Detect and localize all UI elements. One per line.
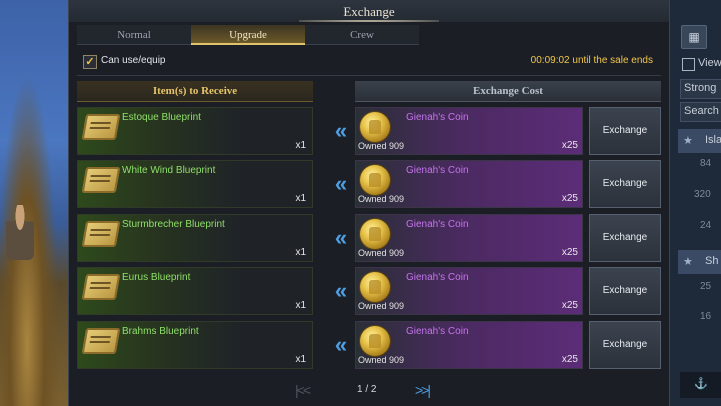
sale-timer: 00:09:02 until the sale ends [530,55,653,66]
item-name: Eurus Blueprint [122,272,191,283]
side-number: 84 [700,158,712,169]
side-category-ship[interactable]: ★ Sh [678,250,721,274]
grid-menu-icon[interactable]: ▦ [681,25,707,49]
title-decoration [299,20,439,22]
strong-dropdown[interactable]: Strong [680,79,721,99]
can-use-label: Can use/equip [101,55,166,66]
side-search-input[interactable]: Search [680,102,721,122]
column-header-cost: Exchange Cost [355,81,661,102]
item-name: Brahms Blueprint [122,326,199,337]
blueprint-scroll-icon [81,274,121,300]
prev-page-icon[interactable]: |<< [295,382,311,398]
star-icon: ★ [683,256,693,268]
exchange-row: Brahms Blueprint x1 « Gienah's Coin Owne… [77,321,661,369]
view-label: View [698,57,721,69]
coin-icon [360,326,390,356]
owned-count: Owned 909 [358,194,405,204]
cost-quantity: x25 [561,247,578,258]
owned-count: Owned 909 [358,355,405,365]
game-scene-background [0,0,68,406]
exchange-window: Exchange Normal Upgrade Crew ✓ Can use/e… [68,0,670,406]
can-use-checkbox[interactable]: ✓ [83,55,97,69]
star-icon: ★ [683,135,693,147]
item-quantity: x1 [295,247,306,258]
owned-count: Owned 909 [358,248,405,258]
page-indicator: 1 / 2 [357,384,377,395]
side-number: 320 [694,189,711,200]
item-name: White Wind Blueprint [122,165,216,176]
character-figure [6,205,34,260]
cost-slot[interactable]: Gienah's Coin Owned 909 x25 [355,214,583,262]
item-quantity: x1 [295,354,306,365]
cost-slot[interactable]: Gienah's Coin Owned 909 x25 [355,160,583,208]
filter-row: ✓ Can use/equip 00:09:02 until the sale … [81,54,661,70]
exchange-button[interactable]: Exchange [589,267,661,315]
view-checkbox[interactable] [682,58,695,71]
window-title: Exchange [69,0,669,22]
pagination: |<< 1 / 2 >>| [69,382,669,400]
side-number: 16 [700,311,712,322]
cost-quantity: x25 [561,354,578,365]
tab-upgrade[interactable]: Upgrade [191,25,305,45]
receive-item-slot[interactable]: Eurus Blueprint x1 [77,267,313,315]
exchange-row: White Wind Blueprint x1 « Gienah's Coin … [77,160,661,208]
cost-slot[interactable]: Gienah's Coin Owned 909 x25 [355,267,583,315]
blueprint-scroll-icon [81,114,121,140]
side-bottom-button[interactable]: ⚓ [680,372,721,398]
exchange-button[interactable]: Exchange [589,321,661,369]
receive-item-slot[interactable]: White Wind Blueprint x1 [77,160,313,208]
exchange-row: Sturmbrecher Blueprint x1 « Gienah's Coi… [77,214,661,262]
item-quantity: x1 [295,140,306,151]
coin-name: Gienah's Coin [406,165,469,176]
exchange-row: Estoque Blueprint x1 « Gienah's Coin Own… [77,107,661,155]
divider [77,75,661,76]
owned-count: Owned 909 [358,141,405,151]
coin-name: Gienah's Coin [406,272,469,283]
cost-quantity: x25 [561,300,578,311]
exchange-button[interactable]: Exchange [589,107,661,155]
tab-normal[interactable]: Normal [77,25,191,45]
coin-name: Gienah's Coin [406,219,469,230]
coin-icon [360,272,390,302]
cost-quantity: x25 [561,193,578,204]
coin-icon [360,165,390,195]
item-name: Estoque Blueprint [122,112,201,123]
side-number: 24 [700,220,712,231]
coin-name: Gienah's Coin [406,326,469,337]
blueprint-scroll-icon [81,167,121,193]
cost-slot[interactable]: Gienah's Coin Owned 909 x25 [355,321,583,369]
blueprint-scroll-icon [81,328,121,354]
next-page-icon[interactable]: >>| [415,382,431,398]
item-quantity: x1 [295,193,306,204]
side-category-island[interactable]: ★ Isla [678,129,721,153]
owned-count: Owned 909 [358,301,405,311]
receive-item-slot[interactable]: Estoque Blueprint x1 [77,107,313,155]
cost-slot[interactable]: Gienah's Coin Owned 909 x25 [355,107,583,155]
anchor-icon: ⚓ [694,378,708,390]
item-name: Sturmbrecher Blueprint [122,219,225,230]
tab-bar: Normal Upgrade Crew [77,25,419,45]
column-header-receive: Item(s) to Receive [77,81,313,102]
side-number: 25 [700,281,712,292]
receive-item-slot[interactable]: Brahms Blueprint x1 [77,321,313,369]
coin-name: Gienah's Coin [406,112,469,123]
coin-icon [360,112,390,142]
tab-crew[interactable]: Crew [305,25,419,45]
exchange-row: Eurus Blueprint x1 « Gienah's Coin Owned… [77,267,661,315]
exchange-button[interactable]: Exchange [589,160,661,208]
item-quantity: x1 [295,300,306,311]
coin-icon [360,219,390,249]
exchange-button[interactable]: Exchange [589,214,661,262]
blueprint-scroll-icon [81,221,121,247]
cost-quantity: x25 [561,140,578,151]
receive-item-slot[interactable]: Sturmbrecher Blueprint x1 [77,214,313,262]
